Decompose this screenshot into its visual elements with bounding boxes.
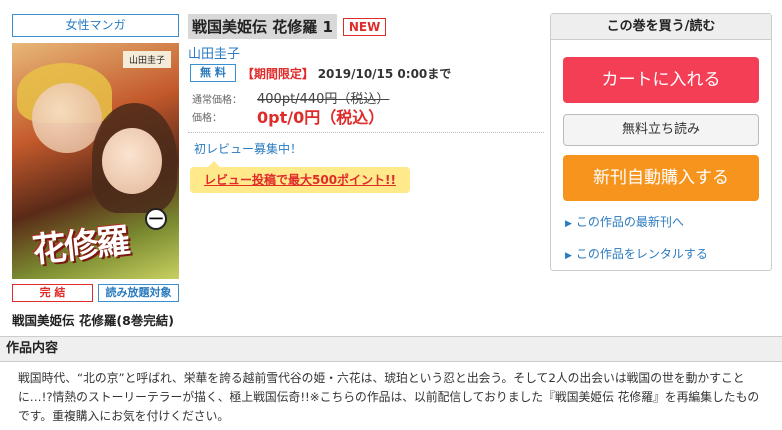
period-date: 2019/10/15 0:00まで: [317, 66, 452, 81]
period-text: 【期間限定】 2019/10/15 0:00まで: [242, 65, 451, 82]
add-to-cart-button[interactable]: カートに入れる: [563, 57, 759, 103]
author-link[interactable]: 山田圭子: [188, 43, 240, 62]
cover-title-logo: 花修羅: [30, 221, 131, 271]
cover-art-face: [102, 128, 162, 194]
free-badge: 無 料: [190, 64, 236, 82]
price-label: 価格：: [192, 113, 222, 124]
period-label: 【期間限定】: [241, 66, 314, 81]
free-preview-button[interactable]: 無料立ち読み: [563, 114, 759, 146]
cover-author-text: 山田圭子: [122, 51, 171, 68]
rental-link-label: この作品をレンタルする: [575, 247, 708, 261]
current-price: 0pt/0円（税込）: [257, 108, 385, 127]
triangle-right-icon: ▶: [565, 219, 572, 229]
genre-badge[interactable]: 女性マンガ: [12, 14, 179, 37]
description-body: 戦国時代、“北の京”と呼ばれ、栄華を誇る越前雪代谷の姫・六花は、琥珀という忍と出…: [18, 371, 760, 423]
new-badge: NEW: [342, 17, 387, 36]
book-title: 戦国美姫伝 花修羅 1: [188, 14, 337, 39]
cover-art-face: [32, 83, 102, 153]
title-row: 戦国美姫伝 花修羅 1 NEW: [188, 14, 387, 39]
divider: [188, 132, 544, 133]
buy-panel-heading: この巻を買う/読む: [551, 14, 771, 40]
triangle-right-icon: ▶: [565, 251, 572, 261]
book-cover-image[interactable]: 山田圭子 一 花修羅: [12, 43, 179, 279]
latest-volume-link-label: この作品の最新刊へ: [575, 215, 684, 229]
auto-purchase-button[interactable]: 新刊自動購入する: [563, 155, 759, 201]
rental-link[interactable]: ▶ この作品をレンタルする: [565, 245, 708, 262]
description-heading: 作品内容: [0, 336, 782, 362]
free-period-row: 無 料 【期間限定】 2019/10/15 0:00まで: [190, 64, 451, 82]
review-link[interactable]: 初レビュー募集中！: [194, 140, 302, 157]
buy-panel: この巻を買う/読む カートに入れる 無料立ち読み 新刊自動購入する ▶ この作品の…: [550, 13, 772, 271]
unlimited-tag[interactable]: 読み放題対象: [98, 284, 179, 302]
cover-volume-mark: 一: [145, 208, 167, 230]
latest-volume-link[interactable]: ▶ この作品の最新刊へ: [565, 213, 684, 230]
series-title[interactable]: 戦国美姫伝 花修羅(8巻完結): [12, 310, 174, 329]
review-points-banner[interactable]: レビュー投稿で最大500ポイント!!: [190, 161, 410, 193]
completed-tag: 完 結: [12, 284, 93, 302]
regular-price-label: 通常価格：: [192, 95, 242, 106]
